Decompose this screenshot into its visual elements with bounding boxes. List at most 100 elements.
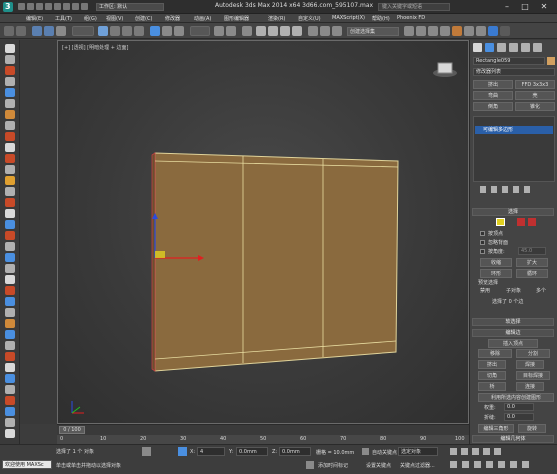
modifier-stack[interactable]: 可编辑多边形 [473,116,555,182]
tool-23-icon[interactable] [5,286,15,295]
redo-icon[interactable] [16,26,26,36]
spinner-snap-icon[interactable] [292,26,302,36]
weld-edge-button[interactable]: 焊接 [516,360,544,369]
extrude-edge-button[interactable]: 挤出 [478,360,506,369]
border-mode-icon[interactable] [517,218,525,226]
bridge-edge-button[interactable]: 桥 [478,382,506,391]
hold-icon[interactable] [63,3,70,10]
render-iterative-icon[interactable] [500,26,510,36]
menu-help[interactable]: 帮助(H) [372,15,390,22]
edge-mode-icon[interactable] [496,218,505,226]
time-slider-thumb[interactable]: 0 / 100 [59,426,85,434]
tool-21-icon[interactable] [5,264,15,273]
orbit-icon[interactable] [510,461,517,468]
motion-tab-icon[interactable] [509,43,518,52]
object-color-swatch[interactable] [547,57,555,65]
utilities-tab-icon[interactable] [533,43,542,52]
menu-create[interactable]: 创建(C) [135,15,152,22]
soft-selection-rollout-header[interactable]: 软选择 [472,318,554,326]
window-crossing-icon[interactable] [134,26,144,36]
tool-6-icon[interactable] [5,99,15,108]
go-to-start-icon[interactable] [450,448,457,455]
app-logo-icon[interactable] [3,2,13,12]
menu-phoenix[interactable]: Phoenix FD [397,15,425,21]
tool-15-icon[interactable] [5,198,15,207]
menu-rendering[interactable]: 渲染(R) [268,15,285,22]
tool-17-icon[interactable] [5,220,15,229]
key-icon[interactable] [362,448,369,455]
z-coordinate-field[interactable]: 0.0mm [279,447,311,456]
stack-item-editable-poly[interactable]: 可编辑多边形 [475,126,553,134]
x-coordinate-field[interactable]: 4 [197,447,225,456]
add-time-tag-button[interactable]: 添加时间标记 [318,462,348,469]
menu-maxscript[interactable]: MAXScript(X) [332,15,365,21]
crease-field[interactable]: 0.0 [504,413,534,421]
render-setup-icon[interactable] [464,26,474,36]
select-object-icon[interactable] [98,26,108,36]
display-tab-icon[interactable] [521,43,530,52]
hierarchy-tab-icon[interactable] [497,43,506,52]
menu-graph-editors[interactable]: 图形编辑器 [224,15,249,22]
remove-modifier-icon[interactable] [513,186,519,193]
by-angle-checkbox[interactable] [480,249,485,254]
tool-30-icon[interactable] [5,363,15,372]
preview-disabled-radio[interactable]: 禁用 [480,287,490,294]
next-frame-icon[interactable] [483,448,490,455]
undo-icon[interactable] [4,26,14,36]
loop-button[interactable]: 循环 [516,269,548,278]
edit-edges-rollout-header[interactable]: 编辑边 [472,329,554,337]
tool-18-icon[interactable] [5,231,15,240]
pin-stack-icon[interactable] [480,186,486,193]
curve-editor-icon[interactable] [428,26,438,36]
perspective-viewport[interactable]: [+] [透视] [明暗处理 + 边面] [57,40,469,424]
menu-view[interactable]: 视图(V) [106,15,123,22]
angle-snap-icon[interactable] [268,26,278,36]
material-editor-icon[interactable] [452,26,462,36]
tool-8-icon[interactable] [5,121,15,130]
graphite-ribbon-icon[interactable] [416,26,426,36]
go-to-end-icon[interactable] [494,448,501,455]
absolute-mode-icon[interactable] [178,447,187,456]
percent-snap-icon[interactable] [280,26,290,36]
split-edge-button[interactable]: 分割 [516,349,550,358]
bind-space-warp-icon[interactable] [56,26,66,36]
menu-edit[interactable]: 编辑(E) [26,15,43,22]
chamfer-modifier-button[interactable]: 倒角 [473,102,513,111]
open-icon[interactable] [27,3,34,10]
tool-2-icon[interactable] [5,55,15,64]
preview-subobject-radio[interactable]: 子对象 [506,287,521,294]
field-of-view-icon[interactable] [486,461,493,468]
taper-modifier-button[interactable]: 锥化 [515,102,555,111]
new-icon[interactable] [18,3,25,10]
tool-3-icon[interactable] [5,66,15,75]
save-icon[interactable] [36,3,43,10]
zoom-all-icon[interactable] [462,461,469,468]
tool-4-icon[interactable] [5,77,15,86]
bend-modifier-button[interactable]: 弯曲 [473,91,513,100]
tool-10-icon[interactable] [5,143,15,152]
workspace-dropdown[interactable]: 工作区: 默认 [96,3,164,11]
menu-group[interactable]: 组(G) [84,15,97,22]
tool-29-icon[interactable] [5,352,15,361]
tool-35-icon[interactable] [5,418,15,427]
auto-key-button[interactable]: 自动关键点 [372,449,397,456]
grow-button[interactable]: 扩大 [516,258,548,267]
undo-icon[interactable] [45,3,52,10]
keyboard-shortcut-icon[interactable] [242,26,252,36]
named-selection-set-dropdown[interactable]: 创建选择集 [347,27,399,36]
modifier-list-dropdown[interactable]: 修改器列表 [473,68,555,76]
tool-24-icon[interactable] [5,297,15,306]
select-manipulate-icon[interactable] [226,26,236,36]
rendered-frame-icon[interactable] [476,26,486,36]
tool-20-icon[interactable] [5,253,15,262]
turn-button[interactable]: 旋转 [518,424,546,433]
link-icon[interactable] [32,26,42,36]
select-rotate-icon[interactable] [162,26,172,36]
lock-selection-icon[interactable] [142,447,151,456]
tool-31-icon[interactable] [5,374,15,383]
fetch-icon[interactable] [72,3,79,10]
polygon-mode-icon[interactable] [528,218,536,226]
selected-object-dropdown[interactable]: 选定对象 [398,447,438,456]
modify-tab-icon[interactable] [485,43,494,52]
layer-manager-icon[interactable] [404,26,414,36]
